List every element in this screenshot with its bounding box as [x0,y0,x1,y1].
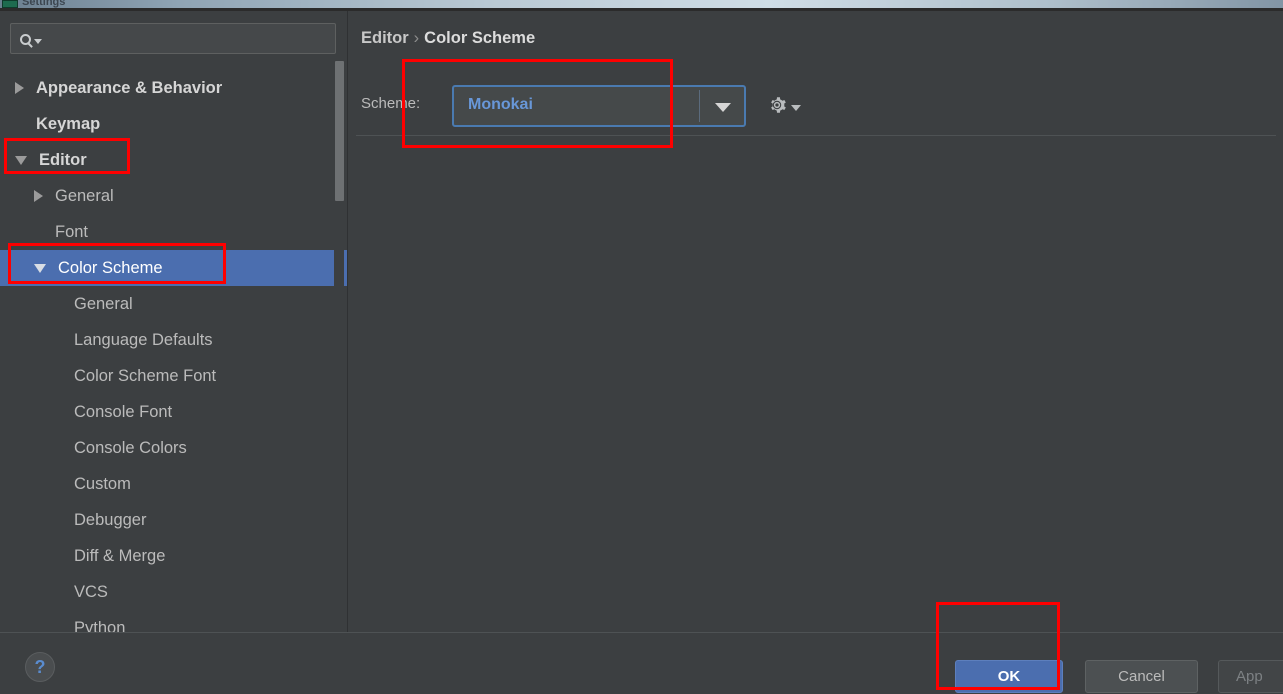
chevron-right-icon[interactable] [15,82,24,94]
combobox-divider [699,90,700,122]
sidebar-item-python[interactable]: Python [0,610,348,633]
sidebar-item-label: Keymap [36,114,101,133]
window-title-bar: Settings [0,0,1283,8]
sidebar-item-label: Font [55,222,89,241]
settings-dialog: Appearance & Behavior Keymap Editor General… [0,11,1283,694]
sidebar-item-label: Console Font [74,402,173,421]
gear-dropdown-caret-icon[interactable] [791,105,801,111]
sidebar-item-label: Appearance & Behavior [36,78,223,97]
search-box[interactable] [10,23,336,54]
chevron-down-icon[interactable] [715,103,731,112]
sidebar-item-label: Custom [74,474,131,493]
sidebar-item-label: Color Scheme [58,258,163,277]
sidebar-item-console-colors[interactable]: Console Colors [0,430,348,466]
scheme-settings-button[interactable] [766,91,806,119]
chevron-right-icon[interactable] [34,190,43,202]
cancel-button[interactable]: Cancel [1085,660,1198,693]
sidebar-item-vcs[interactable]: VCS [0,574,348,610]
sidebar-item-label: Console Colors [74,438,187,457]
sidebar-item-editor[interactable]: Editor [0,142,348,178]
sidebar-item-general[interactable]: General [0,286,348,322]
help-button[interactable]: ? [25,652,55,682]
chevron-down-icon[interactable] [34,263,46,273]
footer-divider [0,632,1283,633]
sidebar-item-label: VCS [74,582,108,601]
sidebar-item-label: General [74,294,133,313]
sidebar-scrollbar-thumb[interactable] [335,61,344,201]
breadcrumb: Editor › Color Scheme [361,29,535,48]
settings-sidebar: Appearance & Behavior Keymap Editor General… [0,11,348,632]
sidebar-item-custom[interactable]: Custom [0,466,348,502]
breadcrumb-separator: › [413,29,420,47]
sidebar-item-label: Python [74,618,126,633]
scheme-combobox[interactable]: Monokai [452,85,746,127]
breadcrumb-root[interactable]: Editor [361,29,409,47]
sidebar-item-keymap[interactable]: Keymap [0,106,348,142]
sidebar-item-font[interactable]: Font [0,214,348,250]
scheme-label: Scheme: [361,95,421,112]
sidebar-item-appearance-behavior[interactable]: Appearance & Behavior [0,70,348,106]
window-title: Settings [22,0,66,8]
sidebar-item-general[interactable]: General [0,178,348,214]
settings-tree[interactable]: Appearance & Behavior Keymap Editor General… [0,70,348,632]
sidebar-item-console-font[interactable]: Console Font [0,394,348,430]
chevron-down-icon[interactable] [15,155,27,165]
gear-icon [771,97,786,113]
content-divider [356,135,1276,136]
breadcrumb-leaf: Color Scheme [424,29,536,47]
apply-button[interactable]: App [1218,660,1283,693]
sidebar-item-label: Color Scheme Font [74,366,217,385]
sidebar-item-color-scheme-font[interactable]: Color Scheme Font [0,358,348,394]
ok-button[interactable]: OK [955,660,1063,693]
sidebar-item-label: Language Defaults [74,330,213,349]
sidebar-item-color-scheme[interactable]: Color Scheme [0,250,348,286]
question-mark-icon: ? [34,656,46,677]
settings-content-pane: Editor › Color Scheme Scheme: Monokai [348,11,1283,632]
window-app-icon [2,0,18,8]
scheme-selected-value: Monokai [468,96,533,113]
sidebar-item-label: Debugger [74,510,147,529]
sidebar-item-label: Editor [39,150,87,169]
search-input[interactable] [49,25,333,52]
sidebar-item-label: General [55,186,114,205]
sidebar-item-diff-merge[interactable]: Diff & Merge [0,538,348,574]
sidebar-item-language-defaults[interactable]: Language Defaults [0,322,348,358]
sidebar-item-debugger[interactable]: Debugger [0,502,348,538]
sidebar-item-label: Diff & Merge [74,546,166,565]
search-icon[interactable] [20,30,46,48]
